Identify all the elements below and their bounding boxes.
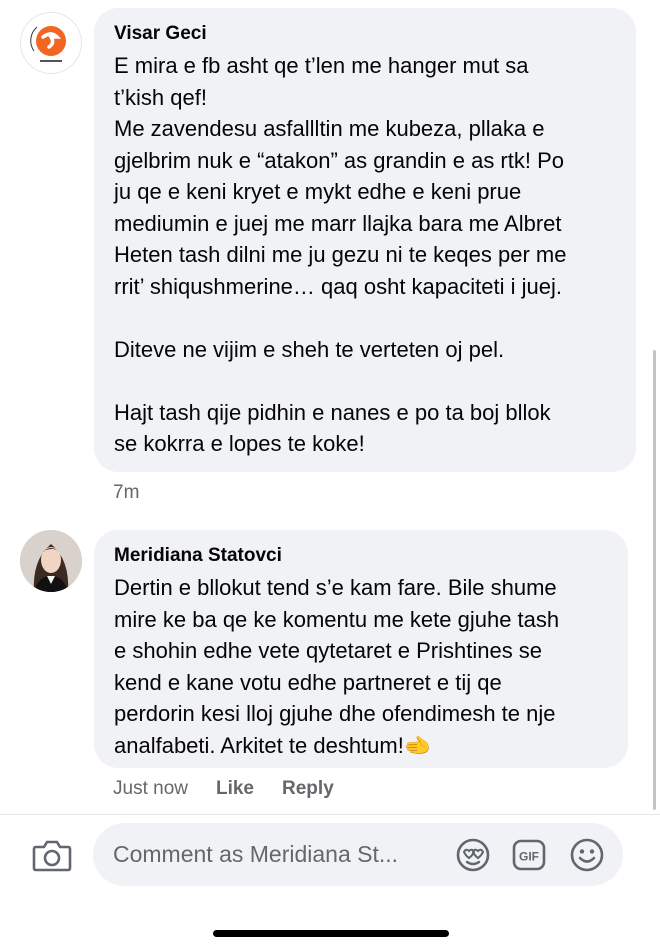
- comment-timestamp[interactable]: 7m: [113, 482, 139, 504]
- comment-text: Dertin e bllokut tend s’e kam fare. Bile…: [114, 575, 560, 758]
- comment-bubble: Meridiana Statovci Dertin e bllokut tend…: [94, 530, 628, 768]
- comment-author[interactable]: Visar Geci: [114, 22, 616, 46]
- sticker-icon[interactable]: [455, 837, 491, 873]
- reply-button[interactable]: Reply: [282, 778, 334, 800]
- avatar[interactable]: [20, 530, 82, 592]
- comment-composer: GIF: [93, 823, 623, 886]
- comment-text: E mira e fb asht qe t’len me hanger mut …: [114, 53, 567, 456]
- like-button[interactable]: Like: [216, 778, 254, 800]
- comment-author[interactable]: Meridiana Statovci: [114, 544, 608, 568]
- avatar[interactable]: [20, 12, 82, 74]
- comment-actions: Just now Like Reply: [113, 778, 334, 800]
- gif-label: GIF: [519, 850, 539, 864]
- page-logo-icon: [30, 26, 66, 62]
- profile-photo: [20, 530, 82, 592]
- comment-bubble: Visar Geci E mira e fb asht qe t’len me …: [94, 8, 636, 472]
- scrollbar[interactable]: [653, 350, 656, 810]
- emoji-icon[interactable]: [569, 837, 605, 873]
- gif-icon[interactable]: GIF: [511, 837, 547, 873]
- comment-input[interactable]: [113, 823, 443, 886]
- home-indicator[interactable]: [213, 930, 449, 937]
- camera-icon[interactable]: [32, 838, 72, 872]
- divider: [0, 814, 660, 815]
- comment-timestamp[interactable]: Just now: [113, 778, 188, 800]
